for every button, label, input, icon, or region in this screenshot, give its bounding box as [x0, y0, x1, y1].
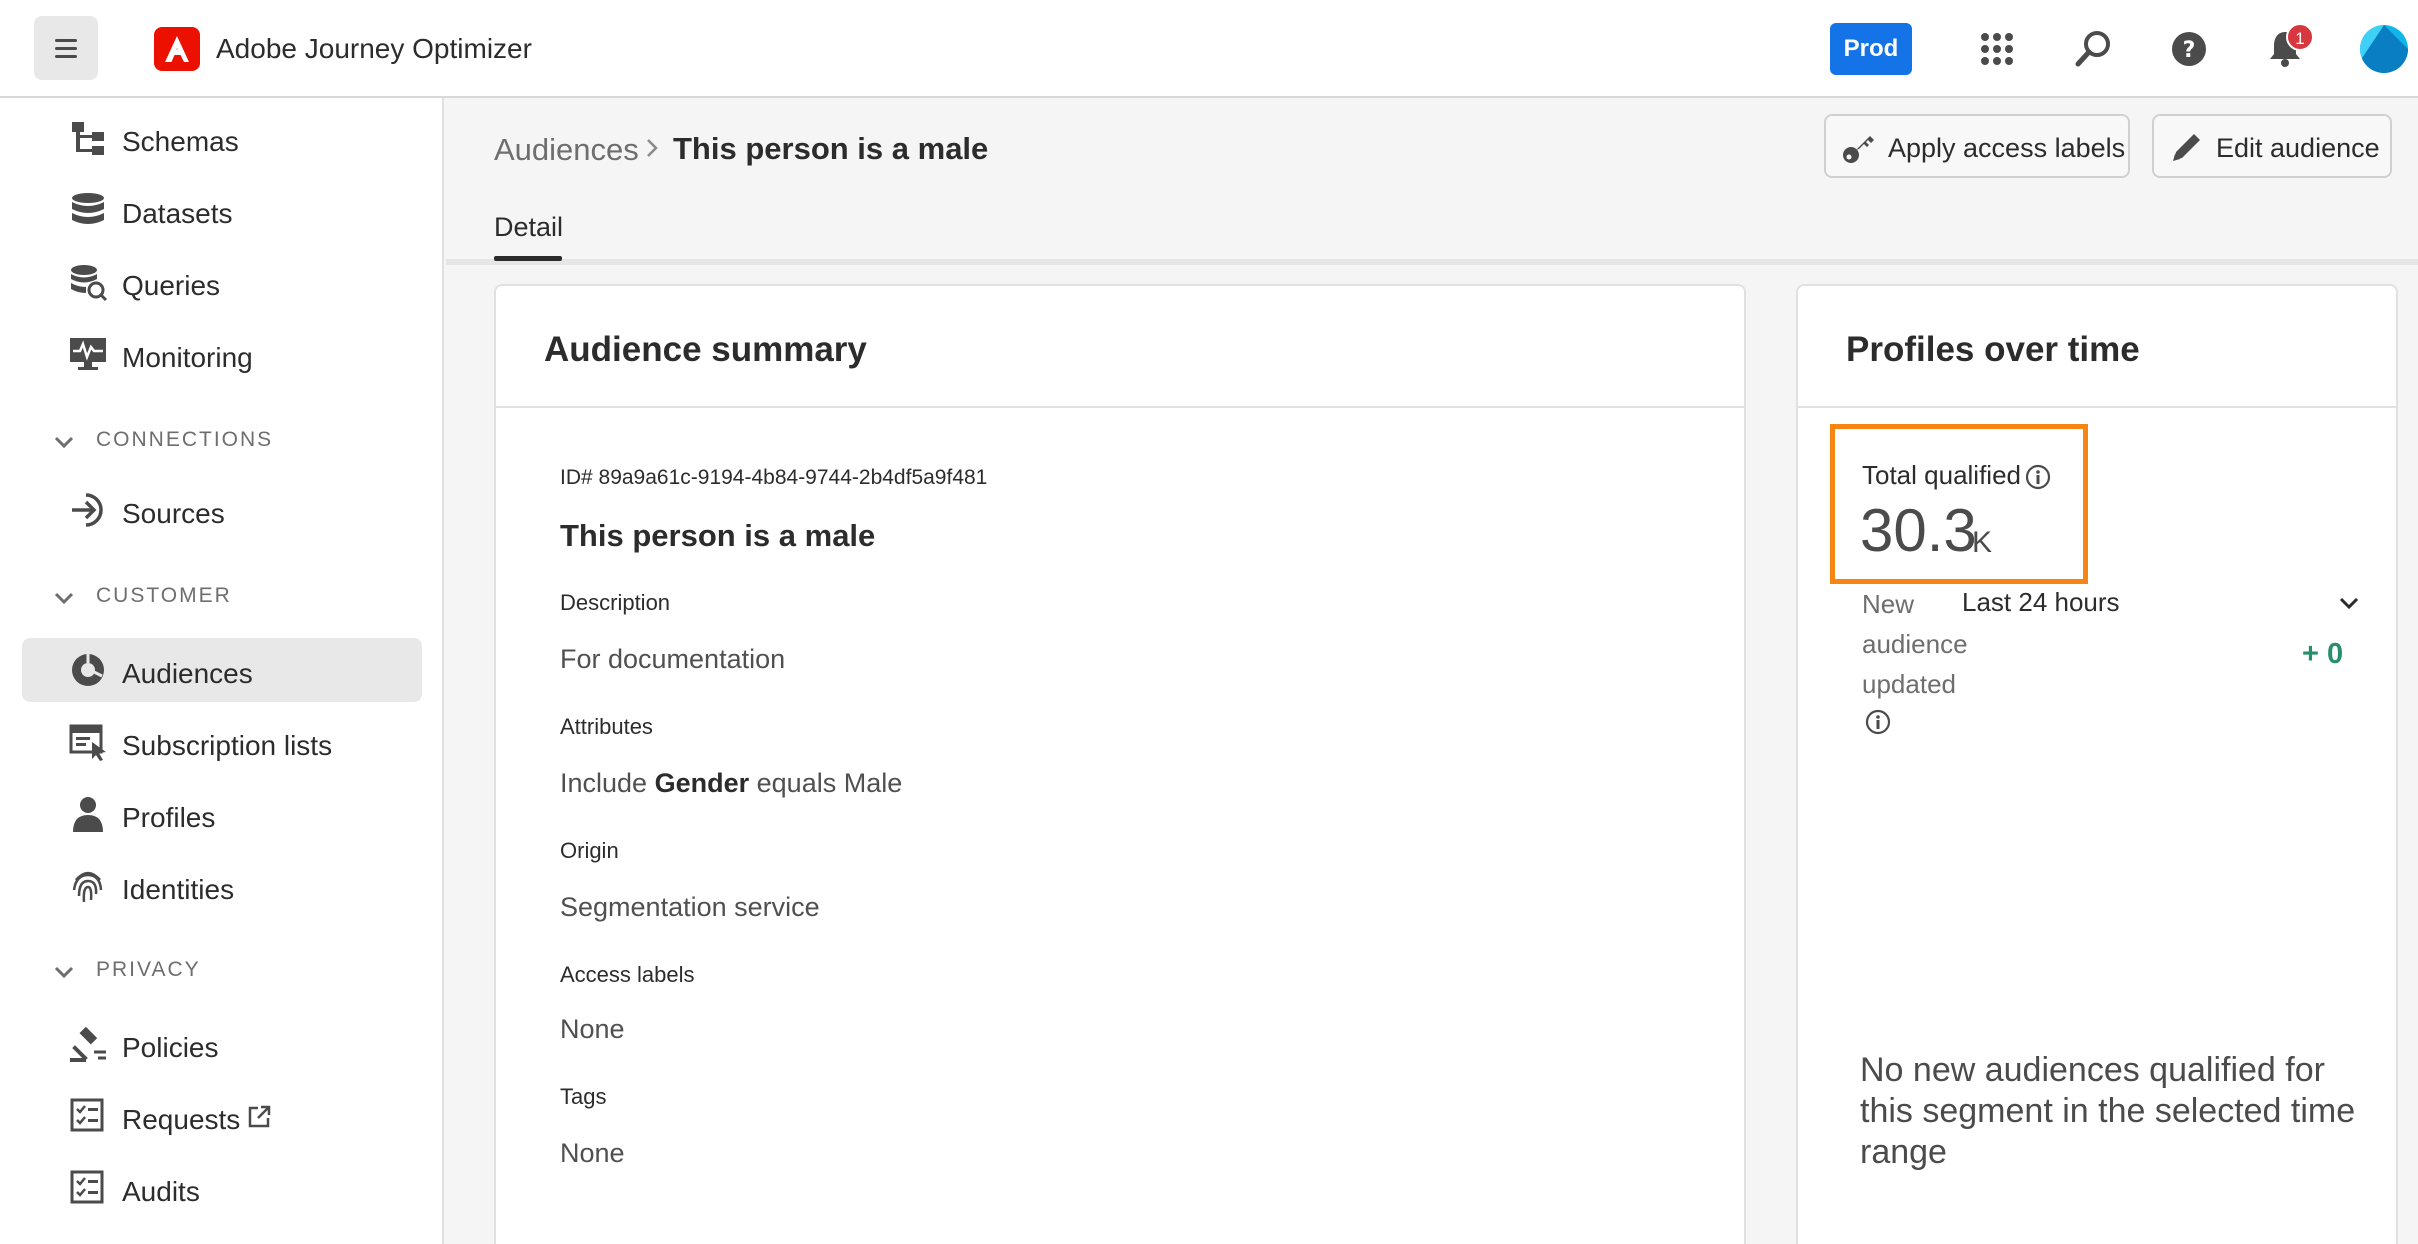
avatar[interactable] — [2360, 25, 2408, 73]
edit-audience-button[interactable]: Edit audience — [2152, 114, 2392, 178]
sidebar-item-label: Sources — [122, 498, 225, 529]
sidebar-item-label: Profiles — [122, 802, 216, 833]
sidebar-item-label: Requests — [122, 1104, 241, 1135]
info-icon[interactable] — [1864, 708, 1892, 736]
help-icon[interactable]: ? — [2164, 24, 2214, 74]
new-audience-delta: + 0 — [2302, 638, 2344, 670]
sidebar-item-monitoring[interactable]: Monitoring — [22, 324, 422, 388]
info-icon[interactable] — [2024, 463, 2052, 491]
chevron-down-icon — [54, 436, 74, 449]
page-title: This person is a male — [673, 131, 989, 166]
chevron-right-icon — [647, 139, 658, 157]
checklist-icon — [70, 1170, 104, 1204]
sidebar-item-identities[interactable]: Identities — [22, 854, 422, 918]
sidebar-item-label: Datasets — [122, 198, 233, 229]
total-qualified-label: Total qualified — [1862, 460, 2021, 490]
sidebar-item-label: Monitoring — [122, 342, 253, 373]
access-labels-label: Access labels — [560, 962, 695, 987]
attributes-label: Attributes — [560, 714, 653, 739]
time-range-value: Last 24 hours — [1962, 587, 2120, 617]
sidebar-item-policies[interactable]: Policies — [22, 1012, 422, 1076]
environment-badge[interactable]: Prod — [1830, 23, 1912, 75]
sidebar-item-label: Schemas — [122, 126, 239, 157]
top-bar: Adobe Journey Optimizer Prod ? 1 — [0, 0, 2418, 98]
sidebar-item-label: Policies — [122, 1032, 219, 1063]
sidebar-item-audiences[interactable]: Audiences — [22, 638, 422, 702]
tab-detail[interactable]: Detail — [494, 212, 563, 243]
checklist-icon — [70, 1098, 104, 1132]
tags-value: None — [560, 1138, 625, 1168]
time-range-picker[interactable]: Last 24 hours — [1962, 584, 2362, 624]
tags-label: Tags — [560, 1084, 607, 1109]
section-label: PRIVACY — [96, 958, 201, 981]
gavel-icon — [70, 1026, 106, 1062]
schema-icon — [72, 122, 104, 155]
audience-name: This person is a male — [560, 518, 876, 553]
chevron-down-icon — [2339, 597, 2359, 610]
section-privacy[interactable]: PRIVACY — [52, 952, 432, 992]
database-icon — [72, 193, 104, 224]
tab-divider — [446, 259, 2418, 265]
description-value: For documentation — [560, 644, 786, 674]
sidebar-item-schemas[interactable]: Schemas — [22, 108, 422, 172]
origin-value: Segmentation service — [560, 892, 820, 922]
sidebar-item-requests[interactable]: Requests — [22, 1084, 422, 1148]
fingerprint-icon — [72, 871, 103, 903]
breadcrumb-audiences[interactable]: Audiences — [494, 132, 639, 168]
sidebar-item-label: Identities — [122, 874, 235, 905]
divider — [496, 406, 1744, 408]
empty-state-message: No new audiences qualified for this segm… — [1860, 1051, 2356, 1171]
attributes-value: Include Gender equals Male — [560, 768, 903, 798]
sidebar-item-audits[interactable]: Audits — [22, 1156, 422, 1220]
app-title[interactable]: Adobe Journey Optimizer — [216, 33, 532, 65]
query-icon — [71, 265, 108, 302]
section-label: CUSTOMER — [96, 584, 232, 607]
sidebar-item-label: Audits — [122, 1176, 200, 1207]
monitoring-icon — [70, 338, 106, 370]
total-qualified-unit: K — [1972, 526, 1993, 559]
apps-grid-icon[interactable] — [1972, 24, 2022, 74]
notification-count-badge: 1 — [2286, 23, 2314, 51]
sidebar-item-datasets[interactable]: Datasets — [22, 180, 422, 244]
access-labels-value: None — [560, 1014, 625, 1044]
card-title: Audience summary — [544, 330, 867, 369]
audience-id: ID# 89a9a61c-9194-4b84-9744-2b4df5a9f481 — [560, 466, 988, 489]
subscription-icon — [69, 724, 106, 761]
sidebar-item-label: Subscription lists — [122, 730, 333, 761]
profile-icon — [73, 797, 103, 832]
adobe-logo[interactable] — [154, 27, 200, 71]
sidebar-item-label: Audiences — [122, 658, 253, 689]
search-icon[interactable] — [2068, 24, 2118, 74]
chevron-down-icon — [54, 966, 74, 979]
section-connections[interactable]: CONNECTIONS — [52, 422, 432, 462]
chevron-down-icon — [54, 592, 74, 605]
audiences-icon — [72, 654, 104, 686]
section-label: CONNECTIONS — [96, 428, 274, 451]
description-label: Description — [560, 590, 671, 615]
svg-text:?: ? — [2183, 38, 2196, 63]
origin-label: Origin — [560, 838, 619, 863]
sidebar-item-queries[interactable]: Queries — [22, 252, 422, 316]
section-customer[interactable]: CUSTOMER — [52, 578, 432, 618]
sidebar-item-profiles[interactable]: Profiles — [22, 782, 422, 846]
key-icon — [1843, 136, 1874, 163]
sidebar-item-sources[interactable]: Sources — [22, 480, 422, 544]
apply-access-labels-button[interactable]: Apply access labels — [1824, 114, 2130, 178]
divider — [1798, 406, 2396, 408]
total-qualified-value: 30.3 — [1860, 497, 1977, 564]
audience-summary-card: Audience summary — [494, 284, 1746, 1244]
new-audience-updated-label: New audience updated — [1862, 589, 1968, 699]
sidebar-item-subscription-lists[interactable]: Subscription lists — [22, 710, 422, 774]
pencil-icon — [2173, 134, 2200, 161]
tab-active-indicator — [494, 256, 562, 261]
card-title: Profiles over time — [1846, 330, 2140, 369]
sources-icon — [72, 493, 103, 527]
sidebar: Schemas Datasets Queries Monitoring CONN… — [0, 98, 444, 1244]
external-link-icon — [248, 1105, 271, 1128]
menu-icon[interactable] — [34, 16, 98, 80]
sidebar-item-label: Queries — [122, 270, 221, 301]
